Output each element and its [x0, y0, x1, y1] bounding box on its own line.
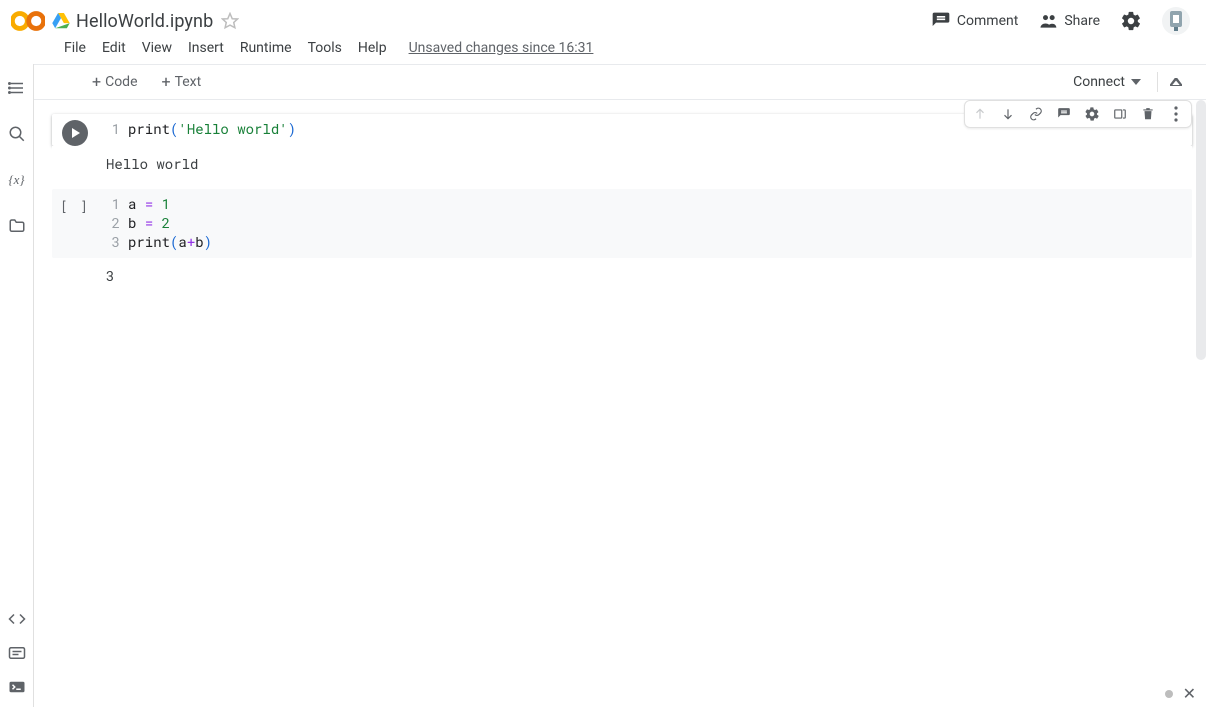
- left-sidebar: {x}: [0, 64, 34, 707]
- add-code-label: Code: [105, 74, 137, 90]
- command-palette-icon[interactable]: [7, 643, 27, 663]
- share-label: Share: [1064, 13, 1100, 29]
- files-icon[interactable]: [7, 216, 27, 236]
- collapse-header-button[interactable]: [1157, 72, 1194, 92]
- avatar[interactable]: [1162, 7, 1190, 35]
- connect-label: Connect: [1073, 74, 1125, 90]
- play-icon: [72, 128, 80, 138]
- share-button[interactable]: Share: [1038, 11, 1100, 31]
- move-up-button: [969, 103, 991, 125]
- menu-insert[interactable]: Insert: [188, 40, 224, 56]
- add-text-button[interactable]: + Text: [154, 70, 210, 94]
- add-code-button[interactable]: + Code: [84, 70, 146, 94]
- search-icon[interactable]: [7, 124, 27, 144]
- save-status[interactable]: Unsaved changes since 16:31: [409, 40, 594, 56]
- code-editor[interactable]: 1a = 1 2b = 2 3print(a+b): [98, 189, 1192, 258]
- add-comment-button[interactable]: [1053, 103, 1075, 125]
- code-snippets-icon[interactable]: [7, 609, 27, 629]
- menu-tools[interactable]: Tools: [308, 40, 342, 56]
- menubar: File Edit View Insert Runtime Tools Help…: [0, 36, 1206, 64]
- menu-file[interactable]: File: [64, 40, 86, 56]
- menu-help[interactable]: Help: [358, 40, 387, 56]
- cell-output: Hello world: [52, 146, 1192, 183]
- toc-icon[interactable]: [7, 78, 27, 98]
- menu-view[interactable]: View: [142, 40, 172, 56]
- footer-status: ✕: [1165, 684, 1196, 703]
- run-cell-button[interactable]: [62, 120, 88, 146]
- menu-edit[interactable]: Edit: [102, 40, 126, 56]
- exec-indicator[interactable]: [ ]: [60, 195, 89, 215]
- status-dot-icon: [1165, 690, 1173, 698]
- plus-icon: +: [162, 74, 171, 90]
- settings-button[interactable]: [1120, 10, 1142, 32]
- link-button[interactable]: [1025, 103, 1047, 125]
- move-down-button[interactable]: [997, 103, 1019, 125]
- colab-logo[interactable]: [8, 1, 48, 41]
- star-icon[interactable]: [221, 12, 239, 30]
- notebook-content: 1print('Hello world') Hello world [ ] 1a…: [34, 100, 1206, 707]
- cell-output: 3: [98, 258, 1192, 295]
- more-actions-button[interactable]: [1165, 103, 1187, 125]
- comment-label: Comment: [957, 13, 1018, 29]
- close-icon[interactable]: ✕: [1183, 684, 1196, 703]
- scrollbar[interactable]: [1196, 100, 1206, 360]
- drive-icon: [52, 13, 70, 29]
- cell-settings-button[interactable]: [1081, 103, 1103, 125]
- add-text-label: Text: [175, 74, 202, 90]
- chevron-down-icon: [1131, 79, 1141, 85]
- mirror-cell-button[interactable]: [1109, 103, 1131, 125]
- file-title[interactable]: HelloWorld.ipynb: [76, 11, 213, 32]
- header: HelloWorld.ipynb Comment Share: [0, 0, 1206, 36]
- delete-cell-button[interactable]: [1137, 103, 1159, 125]
- plus-icon: +: [92, 74, 101, 90]
- comment-button[interactable]: Comment: [931, 11, 1018, 31]
- variables-icon[interactable]: {x}: [7, 170, 27, 190]
- cell-action-toolbar: [964, 100, 1192, 128]
- code-cell[interactable]: 1print('Hello world') Hello world: [52, 114, 1192, 183]
- terminal-icon[interactable]: [7, 677, 27, 697]
- notebook-toolbar: + Code + Text Connect: [34, 64, 1206, 100]
- menu-runtime[interactable]: Runtime: [240, 40, 292, 56]
- connect-button[interactable]: Connect: [1063, 70, 1151, 94]
- code-cell[interactable]: [ ] 1a = 1 2b = 2 3print(a+b) 3: [52, 189, 1192, 295]
